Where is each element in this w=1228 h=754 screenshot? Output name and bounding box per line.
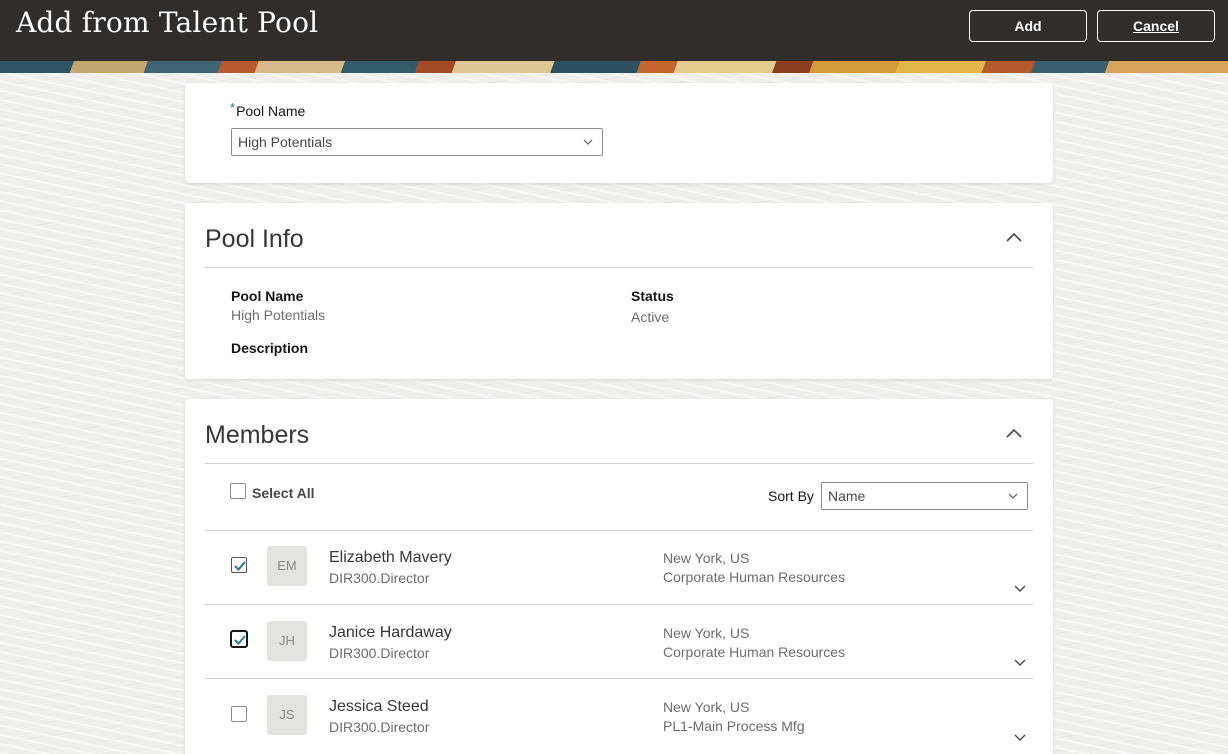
member-department: Corporate Human Resources: [663, 569, 846, 585]
member-row[interactable]: JS Jessica Steed DIR300.Director New Yor…: [205, 679, 1033, 753]
description-label: Description: [231, 340, 309, 356]
member-job: DIR300.Director: [329, 719, 430, 735]
required-icon: *: [230, 100, 236, 115]
pool-name-select-value: High Potentials: [238, 134, 333, 150]
member-checkbox[interactable]: [230, 630, 248, 648]
member-row[interactable]: JH Janice Hardaway DIR300.Director New Y…: [205, 605, 1033, 679]
member-row[interactable]: EM Elizabeth Mavery DIR300.Director New …: [205, 531, 1033, 605]
avatar: JS: [267, 695, 307, 735]
chevron-down-icon[interactable]: [1013, 581, 1027, 592]
member-name[interactable]: Janice Hardaway: [329, 624, 452, 642]
chevron-down-icon[interactable]: [1013, 730, 1027, 741]
pool-name-select[interactable]: High Potentials: [231, 128, 603, 156]
page-title: Add from Talent Pool: [16, 6, 319, 39]
pool-name-label-text: Pool Name: [236, 103, 306, 119]
member-job: DIR300.Director: [329, 645, 430, 661]
avatar: EM: [267, 546, 307, 586]
section-divider: [205, 463, 1033, 464]
pool-name-label: Pool Name: [231, 288, 304, 304]
chevron-down-icon: [1007, 483, 1019, 518]
member-location: New York, US: [663, 625, 750, 641]
select-all-checkbox[interactable]: [230, 483, 246, 499]
sort-by-label: Sort By: [768, 488, 814, 504]
chevron-down-icon: [582, 129, 594, 164]
decorative-banner: [0, 61, 1228, 73]
member-name[interactable]: Jessica Steed: [329, 698, 429, 716]
sort-by-select-value: Name: [828, 488, 866, 504]
sort-by-select[interactable]: Name: [821, 482, 1028, 510]
pool-info-card: Pool Info Pool Name High Potentials Stat…: [185, 203, 1053, 379]
cancel-button[interactable]: Cancel: [1097, 10, 1215, 42]
chevron-up-icon[interactable]: [1005, 426, 1023, 438]
member-job: DIR300.Director: [329, 570, 430, 586]
members-card: Members Select All Sort By Name EM Eliza…: [185, 399, 1053, 754]
pool-name-field-label: *Pool Name: [230, 100, 306, 119]
member-name[interactable]: Elizabeth Mavery: [329, 549, 452, 567]
pool-selector-card: *Pool Name High Potentials: [185, 83, 1053, 183]
cancel-button-label: Cancel: [1133, 18, 1179, 34]
status-label: Status: [631, 288, 674, 304]
member-checkbox[interactable]: [231, 706, 247, 722]
add-button[interactable]: Add: [969, 10, 1087, 42]
section-divider: [205, 267, 1033, 268]
avatar: JH: [267, 621, 307, 661]
members-title: Members: [205, 421, 310, 449]
status-value: Active: [631, 309, 670, 325]
select-all-label: Select All: [252, 485, 315, 501]
member-location: New York, US: [663, 550, 750, 566]
member-department: Corporate Human Resources: [663, 644, 846, 660]
chevron-down-icon[interactable]: [1013, 655, 1027, 666]
pool-info-title: Pool Info: [205, 225, 304, 253]
chevron-up-icon[interactable]: [1005, 230, 1023, 242]
member-department: PL1-Main Process Mfg: [663, 718, 805, 734]
page-header: Add from Talent Pool Add Cancel: [0, 0, 1228, 61]
pool-name-value: High Potentials: [231, 307, 326, 323]
member-location: New York, US: [663, 699, 750, 715]
member-checkbox[interactable]: [231, 557, 247, 573]
